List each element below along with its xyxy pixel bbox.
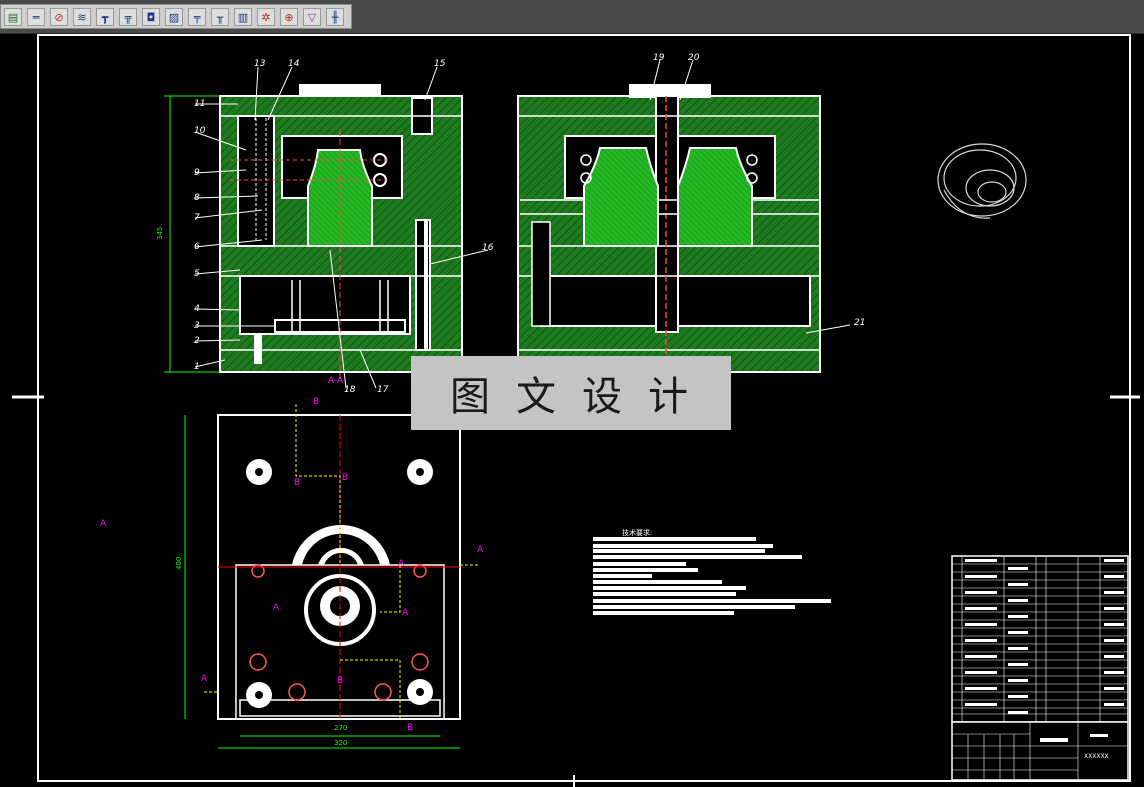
svg-text:技术要求:: 技术要求: [622, 528, 652, 537]
svg-text:20: 20 [688, 53, 700, 63]
svg-text:A-A: A-A [328, 376, 344, 386]
svg-text:B: B [313, 397, 319, 407]
hatch-icon[interactable]: ▨ [165, 8, 183, 26]
part-3d-view [937, 143, 1027, 219]
svg-text:15: 15 [434, 59, 446, 69]
gear-icon[interactable]: ✲ [257, 8, 275, 26]
svg-text:3: 3 [194, 321, 200, 331]
shaft-icon[interactable]: ╫ [326, 8, 344, 26]
washer-icon[interactable]: ◘ [142, 8, 160, 26]
drawing-canvas[interactable]: 11 10 9 8 7 6 5 4 3 2 1 13 14 15 16 17 1… [0, 34, 1144, 787]
svg-text:400: 400 [175, 557, 183, 570]
svg-text:A: A [100, 519, 107, 529]
horizontal-rule-icon[interactable]: ═ [27, 8, 45, 26]
circle-slash-icon[interactable]: ⊘ [50, 8, 68, 26]
toolbar-frame: ▤ ═ ⊘ ≋ ┳ ╦ ◘ ▨ ╤ ╥ ▥ ✲ ⊕ ▽ ╫ [0, 4, 352, 29]
svg-text:B: B [407, 723, 413, 733]
screw-icon[interactable]: ┳ [96, 8, 114, 26]
svg-text:A: A [477, 545, 484, 555]
svg-text:19: 19 [653, 53, 665, 63]
svg-text:A: A [398, 559, 405, 569]
svg-text:14: 14 [288, 59, 300, 69]
svg-text:1: 1 [194, 362, 200, 372]
svg-text:16: 16 [482, 243, 494, 253]
bearing-icon[interactable]: ▥ [234, 8, 252, 26]
svg-text:A: A [273, 603, 280, 613]
svg-text:270: 270 [334, 724, 347, 732]
svg-text:XXXXXX: XXXXXX [1084, 753, 1109, 760]
svg-text:B: B [342, 473, 348, 483]
svg-text:11: 11 [194, 99, 205, 109]
svg-text:6: 6 [194, 242, 200, 252]
svg-text:10: 10 [194, 126, 206, 136]
svg-text:21: 21 [854, 318, 865, 328]
svg-text:B: B [294, 478, 300, 488]
part-list-icon[interactable]: ▤ [4, 8, 22, 26]
svg-text:18: 18 [344, 385, 356, 395]
svg-text:B: B [337, 676, 343, 686]
svg-text:8: 8 [194, 193, 200, 203]
title-block [951, 721, 1129, 781]
section-view-a [219, 84, 463, 380]
svg-text:320: 320 [334, 739, 347, 747]
svg-text:13: 13 [254, 59, 266, 69]
svg-text:A: A [402, 608, 409, 618]
svg-text:345: 345 [156, 227, 164, 240]
plan-view [184, 404, 480, 749]
svg-text:9: 9 [194, 168, 200, 178]
section-view-b [517, 59, 851, 373]
section-icon[interactable]: ╤ [188, 8, 206, 26]
svg-text:5: 5 [194, 269, 200, 279]
watermark-banner: 图文设计 [411, 356, 731, 430]
tech-requirements-lines [593, 537, 831, 615]
svg-text:A: A [201, 674, 208, 684]
svg-text:2: 2 [194, 336, 200, 346]
svg-text:17: 17 [377, 385, 389, 395]
drawing-toolbar: ▤ ═ ⊘ ≋ ┳ ╦ ◘ ▨ ╤ ╥ ▥ ✲ ⊕ ▽ ╫ [0, 0, 1144, 34]
parts-list [951, 555, 1129, 723]
bolt-icon[interactable]: ╦ [119, 8, 137, 26]
spring-icon[interactable]: ≋ [73, 8, 91, 26]
svg-text:4: 4 [194, 304, 200, 314]
pin-icon[interactable]: ╥ [211, 8, 229, 26]
countersink-icon[interactable]: ▽ [303, 8, 321, 26]
center-mark-icon[interactable]: ⊕ [280, 8, 298, 26]
svg-text:7: 7 [194, 213, 200, 223]
